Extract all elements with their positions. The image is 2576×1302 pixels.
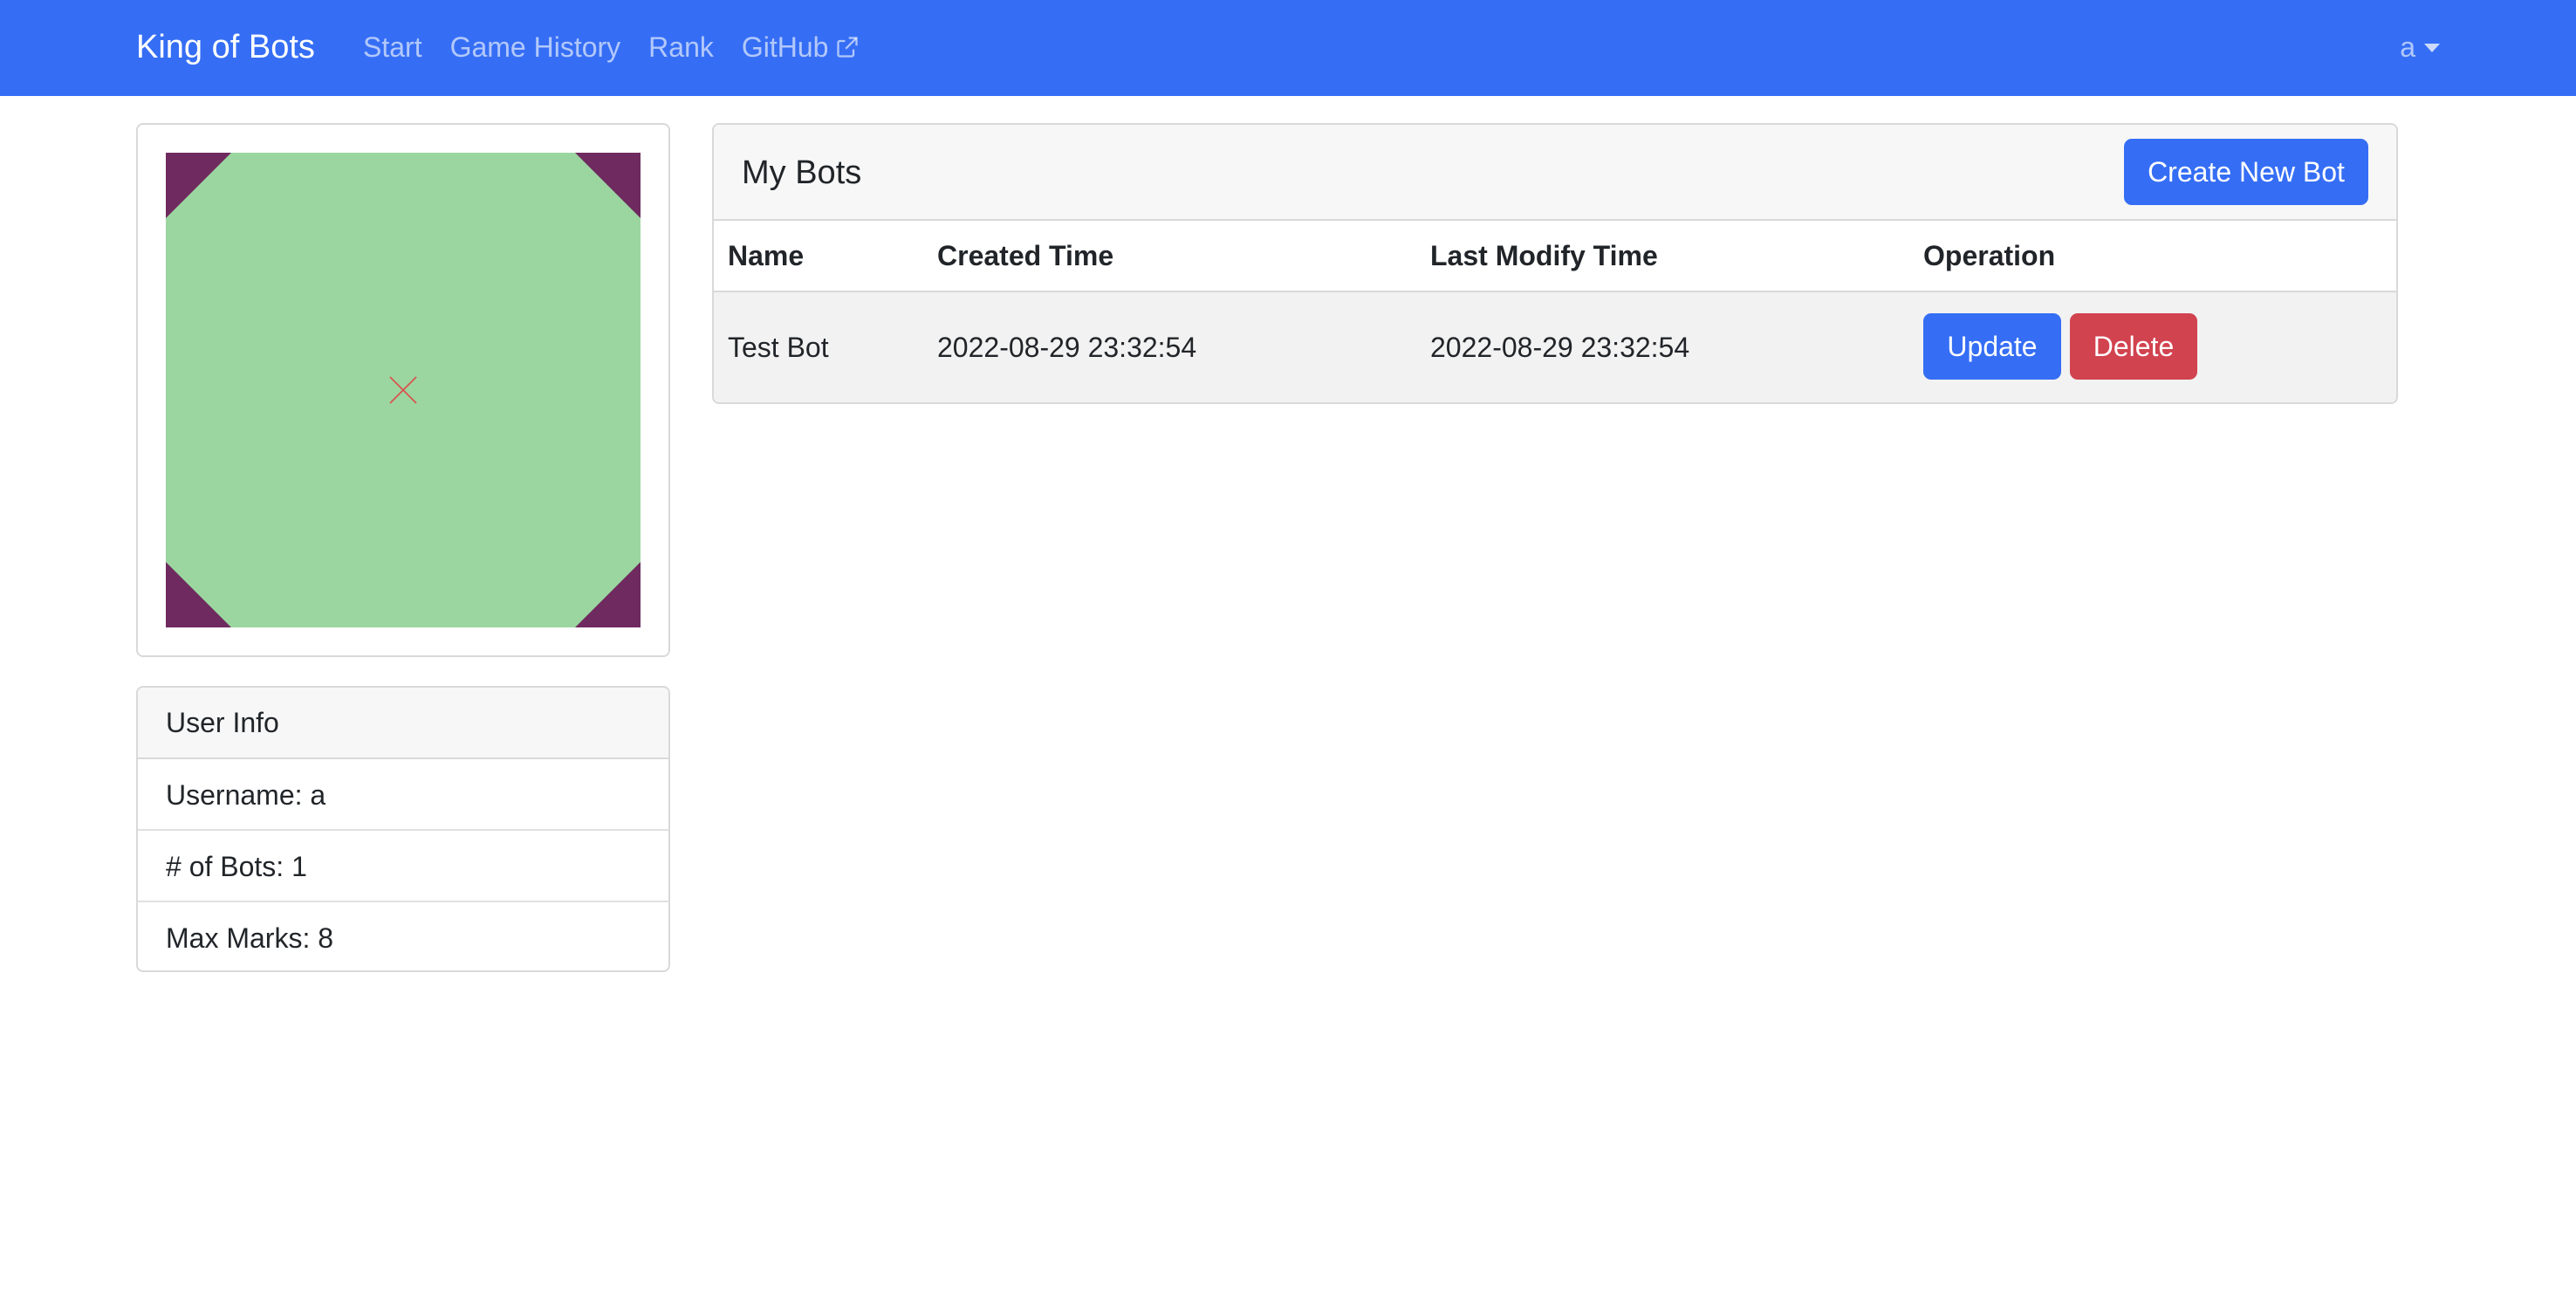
column-header-name: Name <box>728 240 805 271</box>
bot-created-cell: 2022-08-29 23:32:54 <box>937 332 1197 363</box>
brand-link[interactable]: King of Bots <box>136 26 315 68</box>
username-item: Username: a <box>138 759 668 831</box>
table-row: Test Bot 2022-08-29 23:32:54 2022-08-29 … <box>714 292 2396 402</box>
bot-modified-cell: 2022-08-29 23:32:54 <box>1430 332 1690 363</box>
nav-links: Start Game History Rank GitHub <box>363 26 860 68</box>
user-info-card: User Info Username: a # of Bots: 1 Max M… <box>136 686 670 972</box>
external-link-icon <box>837 37 859 58</box>
column-header-created: Created Time <box>937 240 1114 271</box>
avatar <box>166 153 641 627</box>
nav-rank-link[interactable]: Rank <box>648 26 714 68</box>
nav-github-link[interactable]: GitHub <box>742 26 860 68</box>
user-dropdown[interactable]: a <box>2400 26 2440 68</box>
column-header-operation: Operation <box>1923 240 2056 271</box>
delete-bot-button[interactable]: Delete <box>2070 313 2197 380</box>
max-marks-item: Max Marks: 8 <box>166 922 334 954</box>
nav-github-label: GitHub <box>741 31 829 63</box>
bot-name-cell: Test Bot <box>728 332 829 363</box>
my-bots-header: My Bots Create New Bot <box>714 125 2396 221</box>
navbar: King of Bots Start Game History Rank Git… <box>0 0 2576 96</box>
column-header-modified: Last Modify Time <box>1430 240 1658 271</box>
bots-table-header: Name Created Time Last Modify Time Opera… <box>714 221 2396 292</box>
create-bot-button[interactable]: Create New Bot <box>2124 139 2368 205</box>
avatar-card <box>136 123 670 657</box>
nav-start-link[interactable]: Start <box>363 26 422 68</box>
nav-game-history-link[interactable]: Game History <box>450 26 621 68</box>
caret-down-icon <box>2424 44 2440 52</box>
bot-count-item: # of Bots: 1 <box>138 831 668 902</box>
update-bot-button[interactable]: Update <box>1923 313 2061 380</box>
my-bots-title: My Bots <box>742 154 862 191</box>
my-bots-card: My Bots Create New Bot Name Created Time… <box>712 123 2398 404</box>
user-info-header: User Info <box>138 688 668 759</box>
user-name: a <box>2400 31 2415 63</box>
